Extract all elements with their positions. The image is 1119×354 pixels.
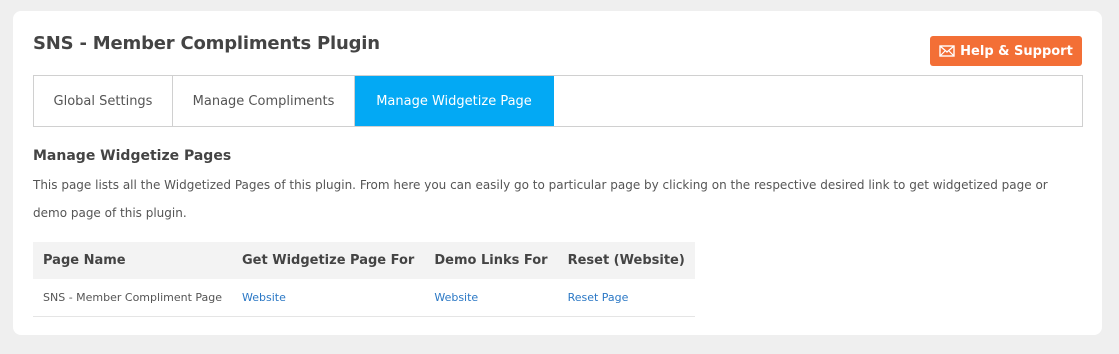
column-header-widgetize-page: Get Widgetize Page For: [242, 253, 415, 268]
widgetize-website-link[interactable]: Website: [242, 291, 286, 304]
reset-page-link[interactable]: Reset Page: [568, 291, 629, 304]
section-description: This page lists all the Widgetized Pages…: [33, 178, 1048, 220]
demo-link-cell: Website: [424, 279, 558, 317]
column-header-demo-links: Demo Links For: [434, 253, 548, 268]
widgetize-pages-table: Page Name Get Widgetize Page For Demo Li…: [33, 242, 695, 317]
table-header-row: Page Name Get Widgetize Page For Demo Li…: [33, 242, 695, 279]
reset-link-cell: Reset Page: [557, 279, 695, 317]
help-support-button[interactable]: Help & Support: [930, 36, 1082, 66]
section-title: Manage Widgetize Pages: [33, 148, 232, 164]
demo-website-link[interactable]: Website: [434, 291, 478, 304]
help-support-label: Help & Support: [960, 43, 1073, 59]
column-header-reset: Reset (Website): [567, 253, 685, 268]
tab-global-settings[interactable]: Global Settings: [34, 76, 173, 126]
tab-manage-widgetize-page[interactable]: Manage Widgetize Page: [355, 76, 554, 126]
plugin-settings-card: SNS - Member Compliments Plugin Help & S…: [13, 11, 1102, 335]
table-row: SNS - Member Compliment Page Website Web…: [33, 279, 695, 317]
column-header-page-name: Page Name: [43, 253, 126, 268]
settings-tabs: Global Settings Manage Compliments Manag…: [33, 75, 1083, 127]
widgetize-link-cell: Website: [232, 279, 425, 317]
page-title: SNS - Member Compliments Plugin: [33, 33, 380, 54]
tab-manage-compliments[interactable]: Manage Compliments: [173, 76, 355, 126]
page-name-cell: SNS - Member Compliment Page: [33, 279, 233, 317]
envelope-icon: [939, 45, 955, 57]
